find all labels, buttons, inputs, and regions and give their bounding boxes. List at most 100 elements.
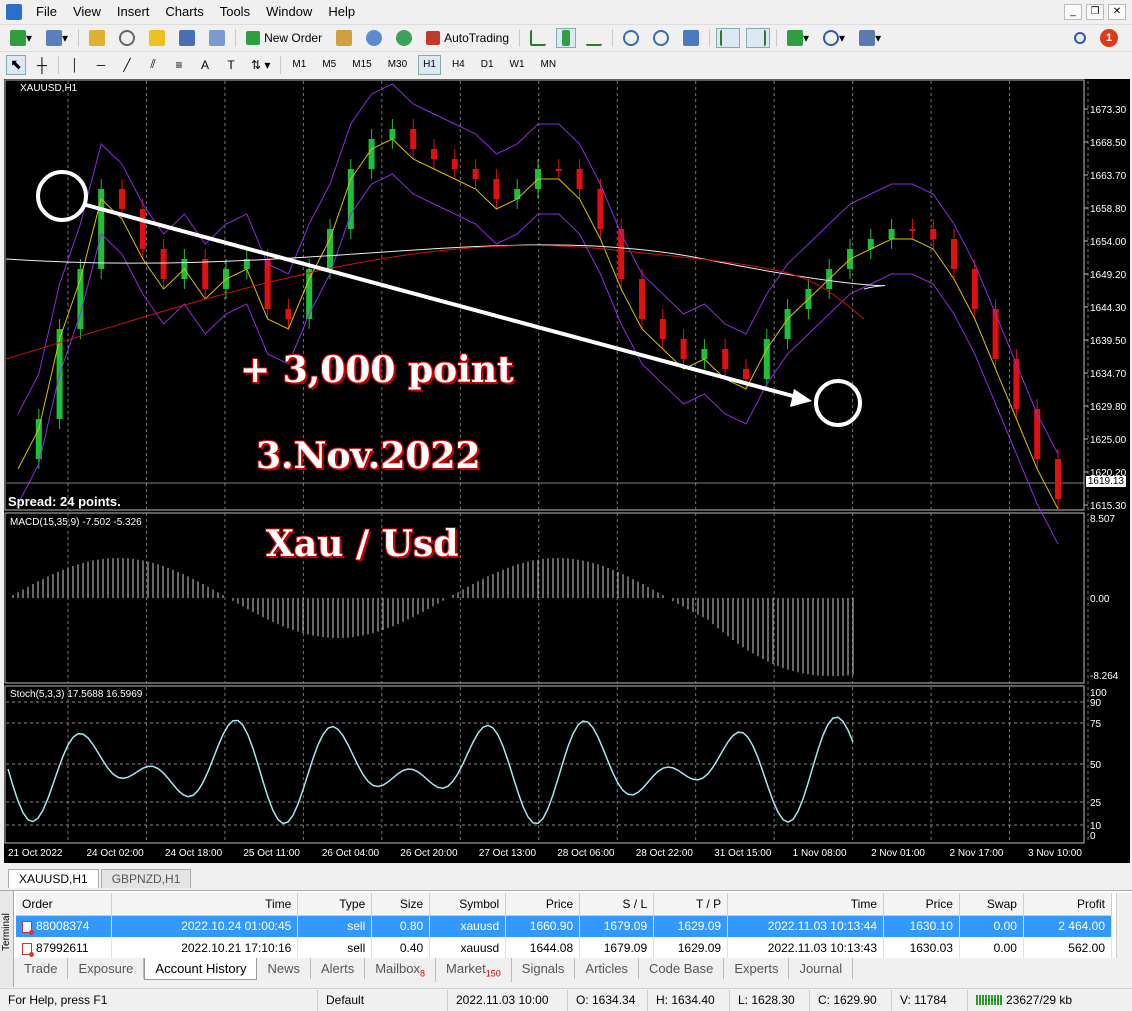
signals-button[interactable] bbox=[392, 28, 416, 48]
chart-canvas[interactable]: 21 Oct 2022 24 Oct 02:00 24 Oct 18:00 25 Oc… bbox=[4, 79, 1130, 863]
timeframe-h1[interactable]: H1 bbox=[418, 54, 441, 75]
new-chart-icon bbox=[10, 29, 26, 46]
column-header-size[interactable]: Size bbox=[371, 893, 431, 916]
cursor-tool-button[interactable]: ⬉ bbox=[6, 54, 26, 75]
candlestick-button[interactable] bbox=[556, 27, 577, 48]
column-header-symbol[interactable]: Symbol bbox=[429, 893, 507, 916]
timeframe-d1[interactable]: D1 bbox=[476, 55, 499, 75]
tab-account-history[interactable]: Account History bbox=[144, 958, 258, 980]
text-label-button[interactable]: T bbox=[221, 55, 241, 75]
table-row[interactable]: 88008374 2022.10.24 01:00:45 sell 0.80 x… bbox=[16, 915, 1113, 937]
spread-label: Spread: 24 points. bbox=[8, 494, 121, 509]
horizontal-line-button[interactable]: ─ bbox=[91, 55, 111, 75]
tester-button[interactable] bbox=[205, 28, 229, 48]
tab-code-base[interactable]: Code Base bbox=[639, 958, 725, 979]
terminal-button[interactable] bbox=[175, 28, 199, 48]
status-help: For Help, press F1 bbox=[0, 989, 318, 1011]
timeframe-m1[interactable]: M1 bbox=[287, 55, 311, 75]
terminal-side-bar[interactable]: Terminal bbox=[0, 891, 14, 987]
tile-windows-button[interactable] bbox=[679, 28, 703, 48]
chart-shift-button[interactable] bbox=[746, 27, 771, 48]
trendline-button[interactable]: ╱ bbox=[117, 55, 137, 75]
fibonacci-button[interactable]: ≡ bbox=[169, 55, 189, 75]
restore-icon[interactable]: ❐ bbox=[1086, 4, 1104, 20]
line-chart-icon bbox=[586, 30, 603, 46]
market-watch-button[interactable] bbox=[85, 28, 109, 48]
notifications-button[interactable]: 1 bbox=[1096, 28, 1122, 48]
arrows-button[interactable]: ⇅ ▾ bbox=[247, 55, 274, 75]
text-label-icon: T bbox=[227, 57, 235, 72]
timeframe-mn[interactable]: MN bbox=[536, 55, 562, 75]
column-header-close-time[interactable]: Time bbox=[727, 893, 884, 916]
periods-button[interactable]: ▾ bbox=[819, 28, 849, 48]
menu-view[interactable]: View bbox=[65, 0, 109, 24]
timeframe-m30[interactable]: M30 bbox=[383, 55, 412, 75]
tab-exposure[interactable]: Exposure bbox=[68, 958, 145, 979]
open-time-cell: 2022.10.24 01:00:45 bbox=[111, 915, 299, 937]
tab-mailbox[interactable]: Mailbox8 bbox=[365, 958, 437, 982]
timeframe-w1[interactable]: W1 bbox=[505, 55, 530, 75]
chart-tab-gbpnzd[interactable]: GBPNZD,H1 bbox=[100, 869, 192, 888]
menu-charts[interactable]: Charts bbox=[157, 0, 211, 24]
chart-tab-xauusd[interactable]: XAUUSD,H1 bbox=[8, 869, 99, 888]
search-button[interactable] bbox=[1070, 28, 1090, 48]
tab-journal[interactable]: Journal bbox=[789, 958, 854, 979]
history-table: Order Time Type Size Symbol Price S / L … bbox=[16, 893, 1113, 959]
timeframe-m5[interactable]: M5 bbox=[317, 55, 341, 75]
metaeditor-button[interactable] bbox=[332, 28, 356, 48]
tab-alerts[interactable]: Alerts bbox=[311, 958, 366, 979]
menu-file[interactable]: File bbox=[28, 0, 65, 24]
bar-chart-button[interactable] bbox=[526, 28, 550, 48]
autotrading-button[interactable]: AutoTrading bbox=[422, 28, 513, 48]
favorites-button[interactable] bbox=[145, 28, 169, 48]
tab-market[interactable]: Market150 bbox=[436, 958, 512, 982]
equidistant-channel-button[interactable]: ⫽ bbox=[143, 55, 163, 75]
crosshair-tool-button[interactable]: ┼ bbox=[32, 55, 52, 75]
table-row[interactable]: 87992611 2022.10.21 17:10:16 sell 0.40 x… bbox=[16, 937, 1113, 959]
column-header-swap[interactable]: Swap bbox=[959, 893, 1024, 916]
templates-button[interactable]: ▾ bbox=[855, 28, 885, 48]
tab-signals[interactable]: Signals bbox=[512, 958, 576, 979]
column-header-profit[interactable]: Profit bbox=[1023, 893, 1113, 916]
timeframe-h4[interactable]: H4 bbox=[447, 55, 470, 75]
column-header-sl[interactable]: S / L bbox=[579, 893, 655, 916]
stoch-tick-label: 0 bbox=[1090, 831, 1096, 842]
column-header-type[interactable]: Type bbox=[297, 893, 373, 916]
zoom-out-button[interactable] bbox=[649, 28, 673, 48]
column-header-order[interactable]: Order bbox=[16, 893, 113, 916]
tab-news[interactable]: News bbox=[257, 958, 311, 979]
symbol-cell: xauusd bbox=[429, 915, 507, 937]
new-chart-button[interactable]: ▾ bbox=[6, 28, 36, 48]
column-header-time[interactable]: Time bbox=[111, 893, 299, 916]
minimize-icon[interactable]: _ bbox=[1064, 4, 1082, 20]
indicators-button[interactable]: ▾ bbox=[783, 28, 813, 48]
status-traffic-label: 23627/29 kb bbox=[1006, 992, 1073, 1007]
zoom-in-button[interactable] bbox=[619, 28, 643, 48]
terminal-scrollbar[interactable] bbox=[1116, 893, 1132, 959]
menu-insert[interactable]: Insert bbox=[109, 0, 158, 24]
text-tool-button[interactable]: A bbox=[195, 55, 215, 75]
column-header-tp[interactable]: T / P bbox=[653, 893, 729, 916]
price-tick-label: 1629.80 bbox=[1090, 402, 1127, 413]
status-open: O: 1634.34 bbox=[568, 989, 648, 1011]
chart-window[interactable]: 21 Oct 2022 24 Oct 02:00 24 Oct 18:00 25 Oc… bbox=[4, 79, 1130, 863]
autoscroll-button[interactable] bbox=[716, 27, 741, 48]
navigator-button[interactable] bbox=[115, 28, 139, 48]
column-header-close-price[interactable]: Price bbox=[883, 893, 960, 916]
close-icon[interactable]: ✕ bbox=[1108, 4, 1126, 20]
line-chart-button[interactable] bbox=[582, 28, 606, 48]
tab-experts[interactable]: Experts bbox=[724, 958, 790, 979]
profiles-button[interactable]: ▾ bbox=[42, 28, 72, 48]
vertical-line-button[interactable]: │ bbox=[65, 55, 85, 75]
timeframe-m15[interactable]: M15 bbox=[347, 55, 376, 75]
type-cell: sell bbox=[297, 915, 373, 937]
mid-moving-average-line bbox=[5, 245, 865, 360]
new-order-button[interactable]: New Order bbox=[242, 28, 326, 48]
tab-trade[interactable]: Trade bbox=[14, 958, 69, 979]
tab-articles[interactable]: Articles bbox=[575, 958, 640, 979]
menu-window[interactable]: Window bbox=[258, 0, 320, 24]
column-header-price[interactable]: Price bbox=[505, 893, 581, 916]
community-button[interactable] bbox=[362, 28, 386, 48]
menu-tools[interactable]: Tools bbox=[212, 0, 258, 24]
menu-help[interactable]: Help bbox=[320, 0, 363, 24]
